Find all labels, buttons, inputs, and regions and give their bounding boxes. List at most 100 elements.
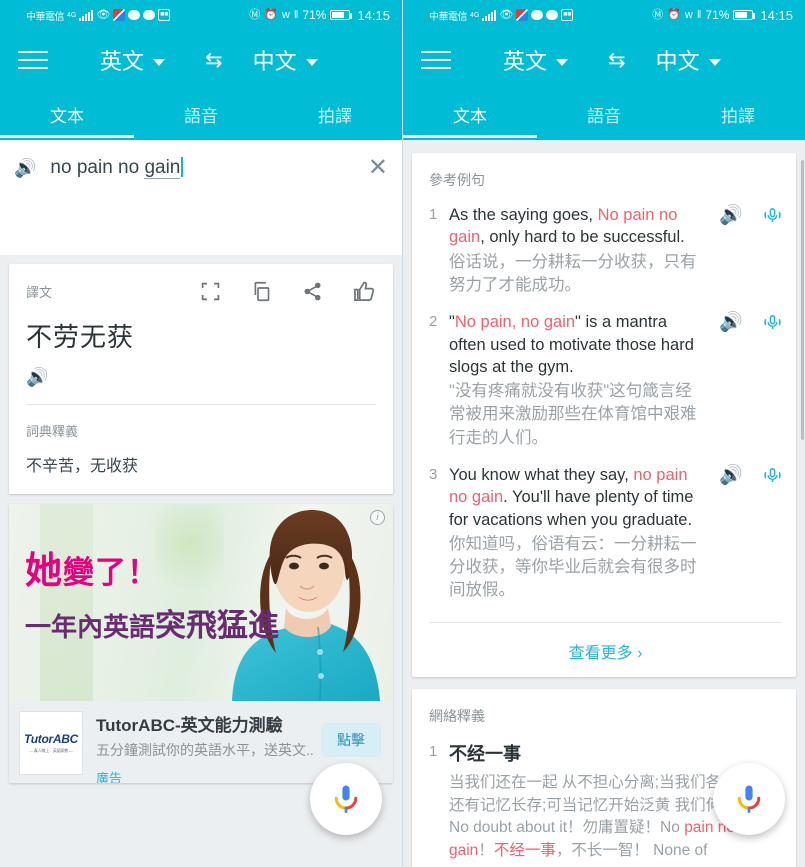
source-language-label: 英文 bbox=[503, 44, 547, 76]
ad-headline: 她變了！ 一年內英語突飛猛進 bbox=[25, 540, 279, 645]
example-item: 2 "No pain, no gain" is a mantra often u… bbox=[429, 311, 782, 450]
alarm-icon: ⏰ bbox=[667, 10, 681, 21]
tab-camera[interactable]: 拍譯 bbox=[671, 90, 805, 138]
thumbs-up-icon[interactable] bbox=[353, 280, 376, 303]
eye-icon: 👁 bbox=[96, 10, 110, 21]
example-item: 1 As the saying goes, No pain no gain, o… bbox=[429, 204, 782, 297]
fullscreen-icon[interactable] bbox=[200, 281, 221, 302]
see-more-button[interactable]: 查看更多 › bbox=[429, 623, 782, 667]
pronounce-icon[interactable] bbox=[763, 466, 782, 603]
share-icon[interactable] bbox=[302, 281, 323, 302]
example-body: As the saying goes, No pain no gain, onl… bbox=[449, 204, 707, 297]
screenshot-root: 中華電信 4G 👁 ■■ Ⓜ ⏰ w ‖ 71% 14:15 bbox=[0, 0, 805, 867]
translation-card: 譯文 bbox=[9, 264, 393, 494]
tab-text[interactable]: 文本 bbox=[403, 90, 537, 138]
chevron-down-icon bbox=[556, 59, 568, 66]
web-desc-part: ！ bbox=[478, 842, 494, 859]
qr-icon: ■■ bbox=[561, 9, 573, 21]
source-language-selector[interactable]: 英文 bbox=[503, 44, 568, 76]
example-english: As the saying goes, No pain no gain, onl… bbox=[449, 204, 707, 249]
tab-voice[interactable]: 語音 bbox=[537, 90, 671, 138]
app-bar-top: 英文 ⇆ 中文 bbox=[403, 30, 805, 90]
tab-voice[interactable]: 語音 bbox=[134, 90, 268, 138]
target-language-selector[interactable]: 中文 bbox=[656, 44, 721, 76]
close-icon[interactable]: ✕ bbox=[368, 156, 388, 180]
tab-text[interactable]: 文本 bbox=[0, 90, 134, 138]
chevron-right-icon: › bbox=[637, 645, 642, 662]
ad-cta-button[interactable]: 點擊 bbox=[321, 723, 381, 757]
example-english: You know what they say, no pain no gain.… bbox=[449, 464, 707, 531]
results-scroll-area[interactable]: 參考例句 1 As the saying goes, No pain no ga… bbox=[403, 140, 805, 867]
wechat-icon bbox=[546, 10, 558, 20]
target-language-selector[interactable]: 中文 bbox=[253, 44, 318, 76]
speaker-icon[interactable]: 🔊 bbox=[26, 368, 376, 386]
copy-icon[interactable] bbox=[251, 281, 272, 302]
example-number: 2 bbox=[429, 311, 449, 450]
app-bar-top: 英文 ⇆ 中文 bbox=[0, 30, 402, 90]
hamburger-icon[interactable] bbox=[421, 51, 451, 69]
speaker-icon[interactable]: 🔊 bbox=[719, 466, 743, 603]
translation-card-header: 譯文 bbox=[26, 280, 376, 303]
example-chinese: 你知道吗，俗语有云：一分耕耘一分收获，等你毕业后就会有很多时间放假。 bbox=[449, 533, 707, 602]
pronounce-icon[interactable] bbox=[763, 313, 782, 450]
translation-text: 不劳无获 bbox=[26, 317, 376, 354]
ad-headline-highlight: 她 bbox=[25, 550, 63, 591]
qr-icon: ■■ bbox=[158, 9, 170, 21]
carrier-label: 中華電信 bbox=[26, 8, 64, 23]
example-english: "No pain, no gain" is a mantra often use… bbox=[449, 311, 707, 378]
signal-icon bbox=[482, 10, 496, 21]
status-bar-right: Ⓜ ⏰ w ‖ 71% 14:15 bbox=[249, 8, 390, 23]
vertical-scrollbar[interactable] bbox=[801, 160, 804, 440]
voice-input-fab[interactable] bbox=[713, 763, 785, 835]
alarm-icon: ⏰ bbox=[264, 10, 278, 21]
example-item: 3 You know what they say, no pain no gai… bbox=[429, 464, 782, 603]
network-type-label: 4G bbox=[67, 12, 76, 19]
battery-icon bbox=[330, 10, 350, 20]
tab-voice-label: 語音 bbox=[587, 102, 621, 127]
nfc-icon: Ⓜ bbox=[652, 10, 663, 21]
microphone-icon bbox=[731, 781, 767, 817]
swap-languages-button[interactable]: ⇆ bbox=[608, 50, 626, 71]
example-number: 1 bbox=[429, 204, 449, 297]
translation-label: 譯文 bbox=[26, 282, 52, 301]
tab-camera[interactable]: 拍譯 bbox=[268, 90, 402, 138]
speaker-icon[interactable]: 🔊 bbox=[14, 159, 36, 177]
chevron-down-icon bbox=[709, 59, 721, 66]
example-body: "No pain, no gain" is a mantra often use… bbox=[449, 311, 707, 450]
chevron-down-icon bbox=[306, 59, 318, 66]
voice-input-fab[interactable] bbox=[310, 763, 382, 835]
speaker-icon[interactable]: 🔊 bbox=[719, 206, 743, 297]
status-bar: 中華電信 4G 👁 ■■ Ⓜ ⏰ w ‖ 71% 14:15 bbox=[0, 0, 402, 30]
advertisement[interactable]: i bbox=[9, 504, 393, 783]
battery-percent: 71% bbox=[705, 8, 729, 22]
swap-languages-button[interactable]: ⇆ bbox=[205, 50, 223, 71]
speaker-icon[interactable]: 🔊 bbox=[719, 313, 743, 450]
examples-card: 參考例句 1 As the saying goes, No pain no ga… bbox=[412, 153, 796, 677]
example-text-part: , only hard to be successful. bbox=[480, 228, 685, 246]
target-language-label: 中文 bbox=[656, 44, 700, 76]
web-desc-part: ，不长一智！ None of bbox=[556, 842, 708, 859]
web-definition-term: 不经一事 bbox=[449, 740, 782, 766]
ad-logo-subtext: — 真人線上．英語家教 — bbox=[29, 748, 73, 754]
example-text-part: As the saying goes, bbox=[449, 206, 598, 224]
message-icon bbox=[531, 10, 543, 20]
tab-camera-label: 拍譯 bbox=[721, 102, 755, 127]
tab-text-label: 文本 bbox=[50, 102, 84, 127]
status-bar-left: 中華電信 4G 👁 ■■ bbox=[429, 8, 573, 23]
vibrate-icon: ‖ bbox=[294, 10, 299, 21]
vibrate-icon: ‖ bbox=[697, 10, 702, 21]
tab-bar: 文本 語音 拍譯 bbox=[403, 90, 805, 138]
source-input-area[interactable]: 🔊 no pain no gain ✕ bbox=[0, 140, 402, 255]
ad-image[interactable]: i bbox=[9, 504, 393, 701]
hamburger-icon[interactable] bbox=[18, 51, 48, 69]
ad-logo-text: TutorABC bbox=[24, 732, 78, 746]
source-language-selector[interactable]: 英文 bbox=[100, 44, 165, 76]
ad-logo: TutorABC — 真人線上．英語家教 — bbox=[19, 711, 83, 775]
example-actions: 🔊 bbox=[719, 464, 782, 603]
example-text-part: You know what they say, bbox=[449, 466, 633, 484]
search-input[interactable]: no pain no gain bbox=[50, 156, 367, 181]
pronounce-icon[interactable] bbox=[763, 206, 782, 297]
web-definition-number: 1 bbox=[429, 740, 449, 862]
source-language-label: 英文 bbox=[100, 44, 144, 76]
info-icon[interactable]: i bbox=[370, 510, 385, 525]
